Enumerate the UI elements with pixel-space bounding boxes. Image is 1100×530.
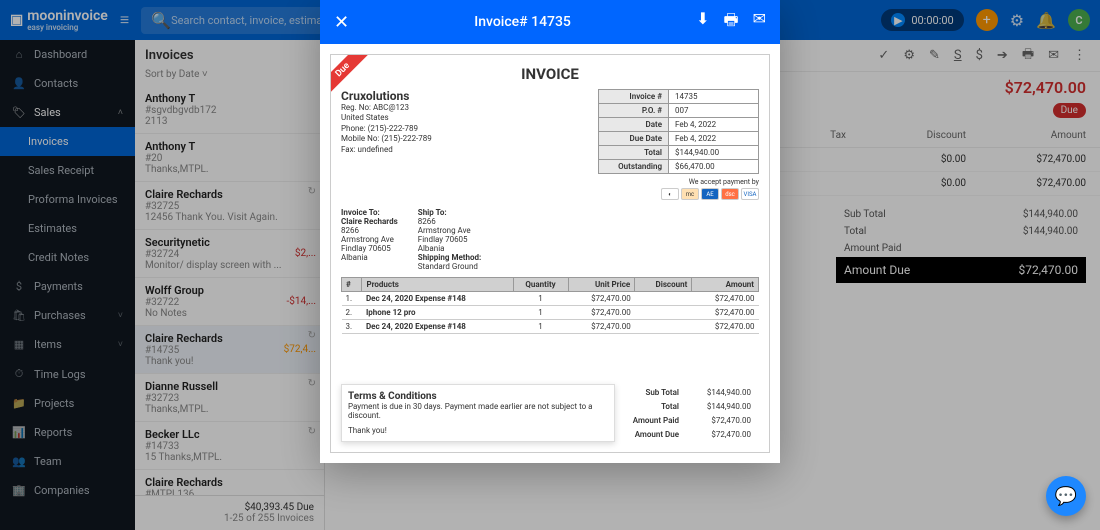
summary-value: $72,470.00 — [687, 428, 757, 440]
terms-box: Terms & Conditions Payment is due in 30 … — [341, 384, 615, 442]
terms-text: Payment is due in 30 days. Payment made … — [348, 402, 608, 420]
bill-to-block: Invoice To: Claire Rechards 8266 Armstro… — [341, 208, 398, 271]
close-icon[interactable]: ✕ — [334, 12, 349, 33]
ship-method-heading: Shipping Method: — [418, 253, 481, 262]
meta-value: 14735 — [669, 90, 759, 104]
summary-value: $72,470.00 — [687, 414, 757, 426]
meta-key: Due Date — [599, 132, 669, 146]
invoice-meta-table: Invoice #14735P.O. #007DateFeb 4, 2022Du… — [598, 89, 759, 174]
modal-header: ✕ Invoice# 14735 ⬇ 🖶 ✉ — [320, 0, 780, 44]
summary-key: Sub Total — [627, 386, 685, 398]
line-item-row: 2.Iphone 12 pro1$72,470.00$72,470.00 — [342, 306, 759, 320]
bill-to-heading: Invoice To: — [341, 208, 398, 217]
meta-key: P.O. # — [599, 104, 669, 118]
thank-you: Thank you! — [348, 426, 608, 435]
meta-key: Total — [599, 146, 669, 160]
company-name: Cruxolutions — [341, 89, 590, 103]
company-reg: Reg. No: ABC@123 — [341, 103, 590, 113]
bill-to-name: Claire Rechards — [341, 217, 398, 226]
download-icon[interactable]: ⬇ — [696, 9, 709, 36]
company-phone: Phone: (215)-222-789 — [341, 124, 590, 134]
meta-value: Feb 4, 2022 — [669, 118, 759, 132]
ship-to-heading: Ship To: — [418, 208, 481, 217]
company-country: United States — [341, 113, 590, 123]
summary-table: Sub Total$144,940.00Total$144,940.00Amou… — [625, 384, 759, 442]
summary-value: $144,940.00 — [687, 400, 757, 412]
invoice-modal: ✕ Invoice# 14735 ⬇ 🖶 ✉ Due INVOICE Cruxo… — [320, 0, 780, 463]
mastercard-icon: mc — [681, 188, 699, 200]
ship-method: Standard Ground — [418, 262, 481, 271]
terms-heading: Terms & Conditions — [348, 391, 437, 402]
summary-value: $144,940.00 — [687, 386, 757, 398]
meta-value: 007 — [669, 104, 759, 118]
line-item-row: 1.Dec 24, 2020 Expense #1481$72,470.00$7… — [342, 292, 759, 306]
company-fax: Fax: undefined — [341, 145, 590, 155]
company-mobile: Mobile No: (215)-222-789 — [341, 134, 590, 144]
summary-key: Amount Paid — [627, 414, 685, 426]
chat-button[interactable]: 💬 — [1046, 476, 1086, 516]
meta-value: Feb 4, 2022 — [669, 132, 759, 146]
amex-icon: AE — [701, 188, 719, 200]
meta-key: Date — [599, 118, 669, 132]
line-item-row: 3.Dec 24, 2020 Expense #1481$72,470.00$7… — [342, 320, 759, 334]
summary-key: Total — [627, 400, 685, 412]
mail-icon[interactable]: ✉ — [753, 9, 766, 36]
meta-value: $66,470.00 — [669, 160, 759, 174]
discover-icon: dsc — [721, 188, 739, 200]
doc-title: INVOICE — [341, 65, 759, 83]
modal-overlay: ✕ Invoice# 14735 ⬇ 🖶 ✉ Due INVOICE Cruxo… — [0, 0, 1100, 530]
meta-key: Invoice # — [599, 90, 669, 104]
ship-to-block: Ship To: 8266 Armstrong Ave Findlay 7060… — [418, 208, 481, 271]
line-items-table: # Products Quantity Unit Price Discount … — [341, 277, 759, 334]
meta-key: Outstanding — [599, 160, 669, 174]
maestro-icon: ◐ — [661, 188, 679, 200]
meta-value: $144,940.00 — [669, 146, 759, 160]
modal-title: Invoice# 14735 — [349, 14, 696, 30]
payment-cards: ◐ mc AE dsc VISA — [598, 188, 759, 200]
company-block: Cruxolutions Reg. No: ABC@123 United Sta… — [341, 89, 590, 200]
print-icon[interactable]: 🖶 — [723, 9, 738, 36]
modal-body[interactable]: Due INVOICE Cruxolutions Reg. No: ABC@12… — [320, 44, 780, 463]
visa-icon: VISA — [741, 188, 759, 200]
summary-key: Amount Due — [627, 428, 685, 440]
invoice-document: Due INVOICE Cruxolutions Reg. No: ABC@12… — [330, 54, 770, 453]
payment-label: We accept payment by — [598, 178, 759, 186]
